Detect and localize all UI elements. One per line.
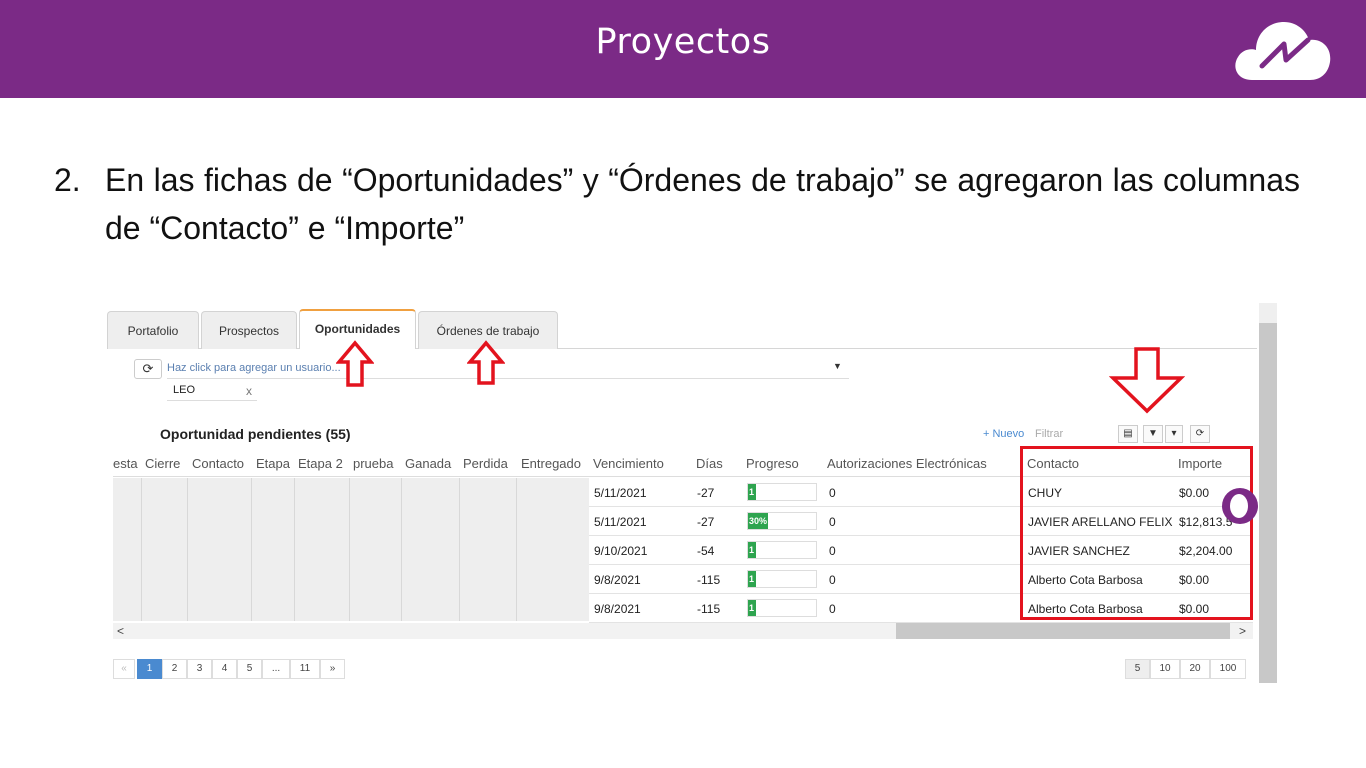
progress-bar: 1 [747,599,817,617]
cell-vencimiento: 5/11/2021 [594,486,647,500]
page-title: Proyectos [595,22,771,62]
cell-vencimiento: 9/8/2021 [594,602,641,616]
column-header[interactable]: Progreso [746,456,799,471]
page-size-button[interactable]: 5 [1125,659,1150,679]
chip-remove-button[interactable]: x [246,384,252,398]
scroll-right-icon[interactable]: > [1239,624,1246,638]
prev-page-button[interactable]: « [113,659,135,679]
vertical-scrollbar-top [1259,303,1277,323]
cloud-logo-icon [1235,22,1331,80]
progress-bar: 1 [747,483,817,501]
highlight-box [1020,446,1253,620]
filter-icon[interactable]: ▼ [1143,425,1163,443]
tab-bar: Portafolio Prospectos Oportunidades Órde… [107,309,1257,349]
page-size-button[interactable]: 20 [1180,659,1210,679]
header-banner: Proyectos [0,0,1366,98]
chat-avatar[interactable] [1222,488,1258,524]
page-size-button[interactable]: 10 [1150,659,1180,679]
user-chip: LEO [167,381,257,401]
page-ellipsis: ... [262,659,290,679]
export-icon[interactable]: ▤ [1118,425,1138,443]
page-button[interactable]: 4 [212,659,237,679]
cell-vencimiento: 9/8/2021 [594,573,641,587]
horizontal-scrollbar[interactable]: < > [113,623,1253,639]
cell-autorizaciones: 0 [829,544,836,558]
avatar-face-icon [1230,494,1248,518]
cell-dias: -54 [697,544,715,558]
cell-vencimiento: 9/10/2021 [594,544,648,558]
user-refresh-button[interactable]: ⟳ [134,359,162,379]
progress-fill: 1 [748,571,756,587]
column-header[interactable]: Cierre [145,456,180,471]
horizontal-scrollbar-thumb[interactable] [896,623,1230,639]
step-text: En las fichas de “Oportunidades” y “Órde… [105,162,1300,246]
progress-bar: 1 [747,541,817,559]
filter-link[interactable]: Filtrar [1035,428,1063,440]
column-header[interactable]: Entregado [521,456,581,471]
cell-autorizaciones: 0 [829,573,836,587]
column-header[interactable]: prueba [353,456,393,471]
column-header[interactable]: Contacto [192,456,244,471]
tab-prospectos[interactable]: Prospectos [201,311,297,349]
page-size-button[interactable]: 100 [1210,659,1246,679]
down-arrow-icon [1109,347,1185,414]
caret-down-icon[interactable]: ▾ [1165,425,1183,443]
page-button[interactable]: 2 [162,659,187,679]
column-header[interactable]: Ganada [405,456,451,471]
cell-autorizaciones: 0 [829,602,836,616]
progress-bar: 1 [747,570,817,588]
column-header[interactable]: esta [113,456,138,471]
refresh-icon[interactable]: ⟳ [1190,425,1210,443]
progress-fill: 1 [748,484,756,500]
user-search-input[interactable]: Haz click para agregar un usuario... [167,359,849,379]
vertical-scrollbar[interactable] [1259,303,1277,683]
frozen-columns [113,478,589,621]
cell-dias: -115 [697,602,721,616]
cell-dias: -115 [697,573,721,587]
next-page-button[interactable]: » [320,659,345,679]
page-button[interactable]: 3 [187,659,212,679]
up-arrow-icon [336,340,374,387]
column-header[interactable]: Días [696,456,723,471]
section-title: Oportunidad pendientes (55) [160,426,351,442]
new-button[interactable]: + Nuevo [983,428,1024,440]
cell-dias: -27 [697,486,715,500]
column-header[interactable]: Perdida [463,456,508,471]
cell-autorizaciones: 0 [829,515,836,529]
column-header[interactable]: Etapa 2 [298,456,343,471]
cell-autorizaciones: 0 [829,486,836,500]
progress-fill: 1 [748,542,756,558]
step-number: 2. [54,162,81,198]
page-button[interactable]: 1 [137,659,162,679]
cell-vencimiento: 5/11/2021 [594,515,647,529]
column-header[interactable]: Vencimiento [593,456,664,471]
page-button[interactable]: 11 [290,659,320,679]
chevron-down-icon[interactable]: ▼ [833,361,842,371]
page-button[interactable]: 5 [237,659,262,679]
refresh-icon: ⟳ [142,361,154,376]
tab-portafolio[interactable]: Portafolio [107,311,199,349]
progress-bar: 30% [747,512,817,530]
progress-fill: 1 [748,600,756,616]
column-header[interactable]: Autorizaciones Electrónicas [827,456,987,471]
cell-dias: -27 [697,515,715,529]
column-header[interactable]: Etapa [256,456,290,471]
progress-fill: 30% [748,513,769,529]
scroll-left-icon[interactable]: < [117,624,124,638]
up-arrow-icon [467,340,505,385]
